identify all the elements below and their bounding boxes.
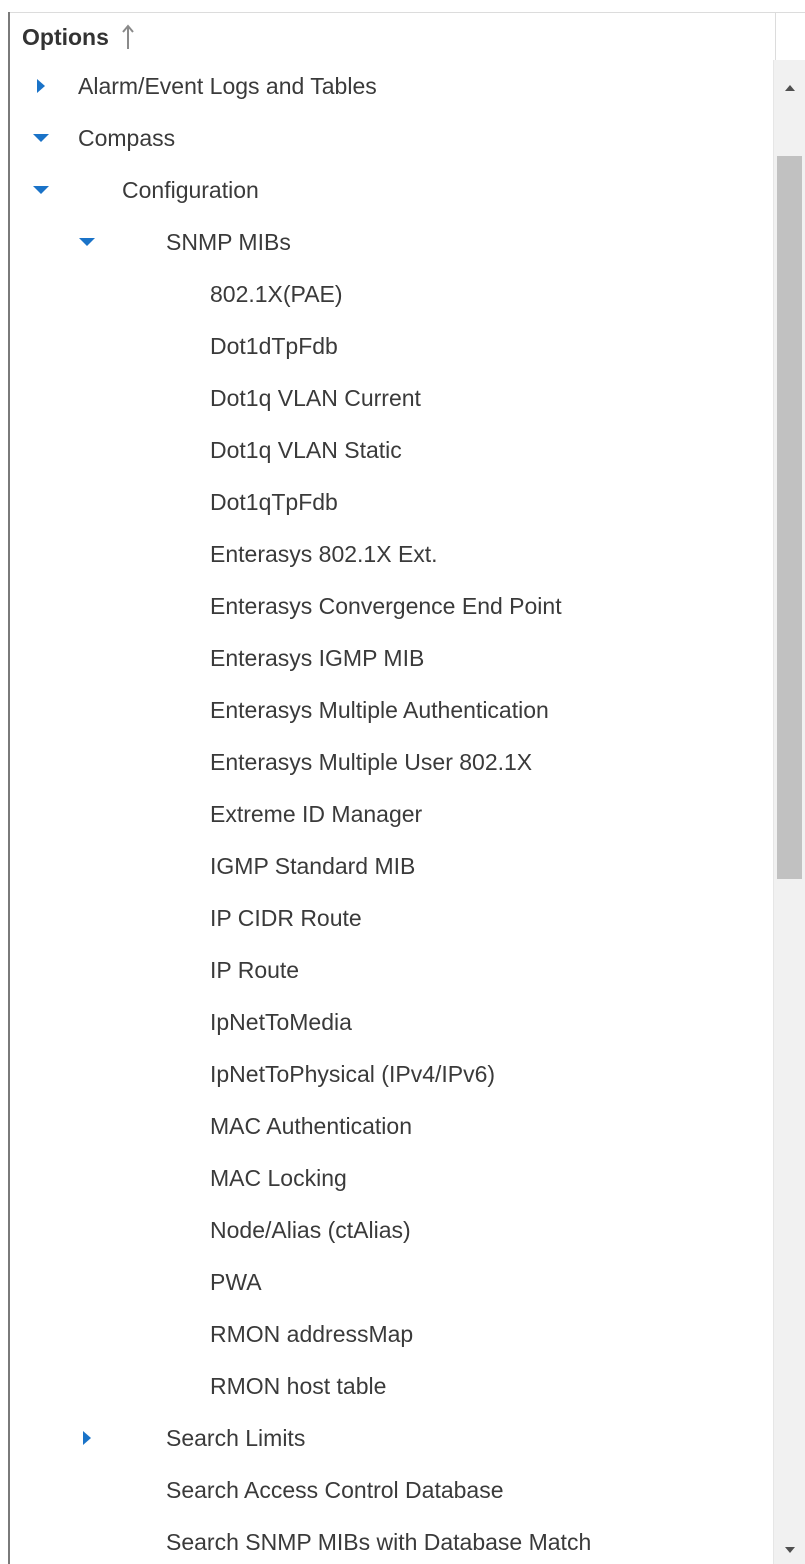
tree-item[interactable]: Node/Alias (ctAlias) (10, 1204, 774, 1256)
tree-item[interactable]: MAC Authentication (10, 1100, 774, 1152)
tree-item[interactable]: Dot1q VLAN Current (10, 372, 774, 424)
tree-item-label: IpNetToPhysical (IPv4/IPv6) (210, 1060, 496, 1087)
vertical-scrollbar[interactable] (773, 60, 805, 1564)
tree-item-label: Dot1qTpFdb (210, 488, 338, 515)
tree-item[interactable]: Enterasys Multiple User 802.1X (10, 736, 774, 788)
tree-item-label: Enterasys 802.1X Ext. (210, 540, 438, 567)
scrollbar-thumb[interactable] (777, 156, 802, 879)
tree-item-label: Dot1dTpFdb (210, 332, 338, 359)
tree-item[interactable]: Search SNMP MIBs with Database Match (10, 1516, 774, 1564)
tree-item[interactable]: RMON host table (10, 1360, 774, 1412)
tree-item-label: Enterasys IGMP MIB (210, 644, 425, 671)
tree-item-label: Dot1q VLAN Static (210, 436, 402, 463)
tree-item-label: Dot1q VLAN Current (210, 384, 421, 411)
tree-item[interactable]: Dot1q VLAN Static (10, 424, 774, 476)
tree-item-label: PWA (210, 1268, 262, 1295)
tree-item[interactable]: RMON addressMap (10, 1308, 774, 1360)
tree-item[interactable]: Dot1dTpFdb (10, 320, 774, 372)
caret-right-icon[interactable] (76, 1427, 98, 1449)
tree-item-label: SNMP MIBs (166, 228, 291, 255)
column-header-label: Options (22, 23, 109, 50)
tree-item[interactable]: Extreme ID Manager (10, 788, 774, 840)
tree-item-label: Configuration (122, 176, 259, 203)
tree-item-label: Search Access Control Database (166, 1476, 504, 1503)
tree-item[interactable]: IpNetToPhysical (IPv4/IPv6) (10, 1048, 774, 1100)
tree-item-label: Enterasys Multiple Authentication (210, 696, 549, 723)
column-divider[interactable] (775, 13, 776, 61)
tree-item[interactable]: Configuration (10, 164, 774, 216)
tree-item-label: RMON addressMap (210, 1320, 414, 1347)
options-tree: Alarm/Event Logs and Tables Compass Config… (10, 60, 774, 1564)
column-header[interactable]: Options (22, 24, 135, 51)
tree-item-label: Extreme ID Manager (210, 800, 423, 827)
tree-item-label: Node/Alias (ctAlias) (210, 1216, 411, 1243)
tree-item[interactable]: Search Access Control Database (10, 1464, 774, 1516)
arrow-up-icon[interactable] (121, 24, 135, 50)
tree-item[interactable]: Search Limits (10, 1412, 774, 1464)
tree-item-label: Enterasys Convergence End Point (210, 592, 562, 619)
tree-item-label: Enterasys Multiple User 802.1X (210, 748, 533, 775)
tree-item-label: Search SNMP MIBs with Database Match (166, 1528, 592, 1555)
tree-item[interactable]: MAC Locking (10, 1152, 774, 1204)
tree-item-label: IGMP Standard MIB (210, 852, 416, 879)
options-header[interactable]: Options (10, 12, 805, 61)
tree-item[interactable]: SNMP MIBs (10, 216, 774, 268)
caret-down-icon[interactable] (30, 127, 52, 149)
tree-item-label: RMON host table (210, 1372, 387, 1399)
tree-item-label: IP Route (210, 956, 300, 983)
tree-item-label: Compass (78, 124, 176, 151)
tree-item[interactable]: IP Route (10, 944, 774, 996)
tree-item-label: Alarm/Event Logs and Tables (78, 72, 377, 99)
scroll-down-arrow-icon[interactable] (774, 1536, 805, 1564)
tree-item[interactable]: Enterasys Convergence End Point (10, 580, 774, 632)
tree-item[interactable]: PWA (10, 1256, 774, 1308)
tree-item-label: IpNetToMedia (210, 1008, 352, 1035)
tree-item[interactable]: Enterasys Multiple Authentication (10, 684, 774, 736)
tree-item[interactable]: IpNetToMedia (10, 996, 774, 1048)
tree-item[interactable]: Enterasys IGMP MIB (10, 632, 774, 684)
tree-item[interactable]: IP CIDR Route (10, 892, 774, 944)
tree-item[interactable]: Dot1qTpFdb (10, 476, 774, 528)
caret-down-icon[interactable] (76, 231, 98, 253)
tree-item[interactable]: Alarm/Event Logs and Tables (10, 60, 774, 112)
tree-item[interactable]: Compass (10, 112, 774, 164)
tree-item-label: 802.1X(PAE) (210, 280, 343, 307)
tree-item-label: IP CIDR Route (210, 904, 362, 931)
tree-item[interactable]: 802.1X(PAE) (10, 268, 774, 320)
options-panel: Options Alarm/Event Logs and Tables Compa… (8, 12, 805, 1564)
caret-down-icon[interactable] (30, 179, 52, 201)
tree-item-label: Search Limits (166, 1424, 306, 1451)
tree-item[interactable]: IGMP Standard MIB (10, 840, 774, 892)
caret-right-icon[interactable] (30, 75, 52, 97)
tree-item[interactable]: Enterasys 802.1X Ext. (10, 528, 774, 580)
tree-item-label: MAC Locking (210, 1164, 347, 1191)
tree-item-label: MAC Authentication (210, 1112, 413, 1139)
scroll-up-arrow-icon[interactable] (774, 74, 805, 102)
